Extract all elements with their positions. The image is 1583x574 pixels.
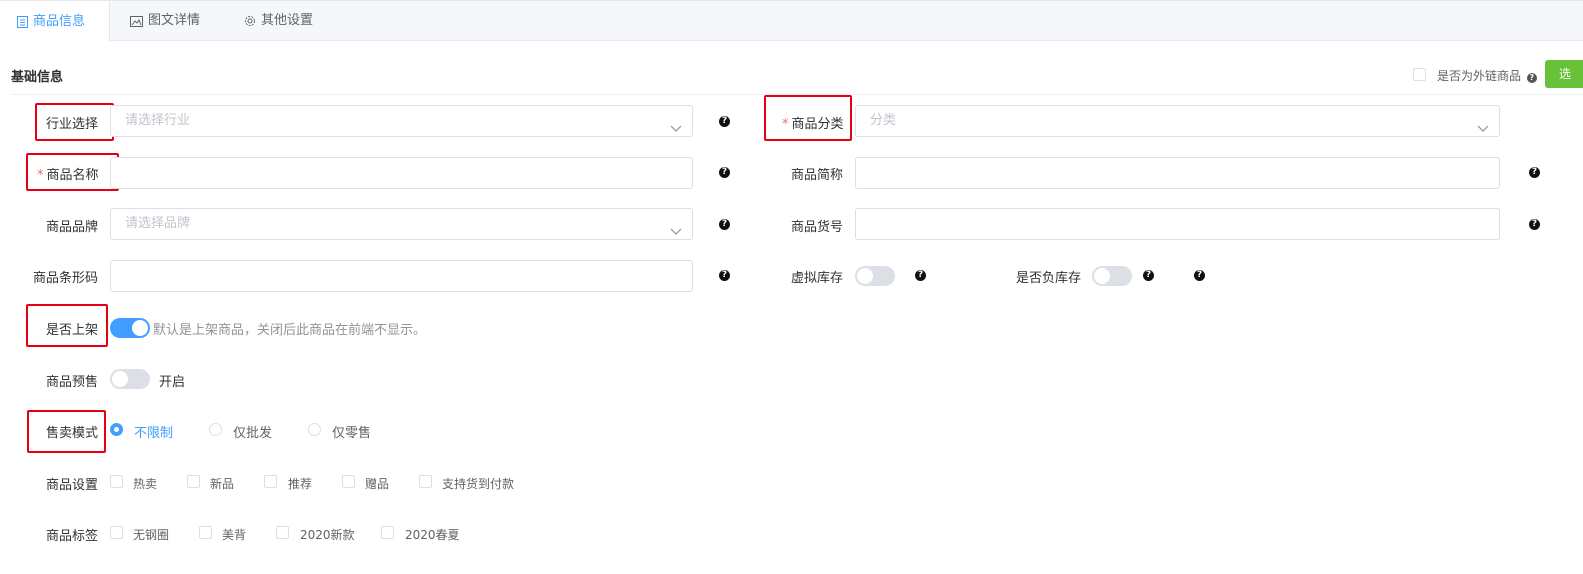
negative-stock-label: 是否负库存 bbox=[1016, 271, 1082, 286]
short-name-input[interactable] bbox=[855, 157, 1500, 189]
sale-mode-label: 售卖模式 bbox=[46, 426, 99, 441]
help-icon[interactable]: ? bbox=[915, 270, 926, 281]
help-icon[interactable]: ? bbox=[1194, 270, 1205, 281]
select-button[interactable]: 选 bbox=[1545, 60, 1583, 88]
section-title: 基础信息 bbox=[11, 70, 64, 85]
radio-label-wholesale[interactable]: 仅批发 bbox=[233, 422, 272, 441]
tab-label: 商品信息 bbox=[33, 13, 86, 29]
help-icon[interactable]: ? bbox=[1529, 219, 1540, 230]
help-icon[interactable]: ? bbox=[719, 270, 730, 281]
radio-label-retail[interactable]: 仅零售 bbox=[332, 422, 371, 441]
external-link-text: 是否为外链商品 bbox=[1437, 69, 1522, 83]
external-link-checkbox[interactable] bbox=[1413, 68, 1426, 81]
chevron-down-icon bbox=[670, 218, 682, 248]
checkbox-label-cod[interactable]: 支持货到付款 bbox=[442, 475, 514, 492]
gear-icon bbox=[244, 15, 256, 27]
presale-switch[interactable] bbox=[110, 369, 150, 389]
virtual-stock-switch[interactable] bbox=[855, 266, 895, 286]
radio-retail[interactable] bbox=[308, 423, 321, 436]
chevron-down-icon bbox=[1477, 115, 1489, 145]
required-mark: * bbox=[37, 168, 44, 183]
radio-wholesale[interactable] bbox=[209, 423, 222, 436]
checkbox-new[interactable] bbox=[187, 475, 200, 488]
chevron-down-icon bbox=[670, 115, 682, 145]
help-icon[interactable]: ? bbox=[1143, 270, 1154, 281]
checkbox-label-gift[interactable]: 赠品 bbox=[365, 475, 389, 492]
sku-label: 商品货号 bbox=[791, 220, 844, 235]
checkbox-label-new[interactable]: 新品 bbox=[210, 475, 234, 492]
brand-label: 商品品牌 bbox=[46, 220, 99, 235]
on-shelf-hint: 默认是上架商品，关闭后此商品在前端不显示。 bbox=[153, 323, 427, 338]
category-select[interactable]: 分类 bbox=[855, 105, 1500, 137]
checkbox-label-hot[interactable]: 热卖 bbox=[133, 475, 157, 492]
product-name-input[interactable] bbox=[110, 157, 693, 189]
switch-knob bbox=[112, 371, 128, 387]
virtual-stock-label: 虚拟库存 bbox=[791, 271, 844, 286]
settings-label: 商品设置 bbox=[46, 478, 99, 493]
checkbox-hot[interactable] bbox=[110, 475, 123, 488]
checkbox-label-tag-3[interactable]: 2020新款 bbox=[300, 526, 355, 543]
radio-unlimited[interactable] bbox=[110, 423, 123, 436]
tab-label: 图文详情 bbox=[148, 13, 201, 28]
tags-label: 商品标签 bbox=[46, 529, 99, 544]
checkbox-tag-1[interactable] bbox=[110, 526, 123, 539]
brand-placeholder: 请选择品牌 bbox=[125, 216, 191, 231]
help-icon: ? bbox=[1526, 73, 1537, 83]
tab-image-details[interactable]: 图文详情 bbox=[130, 1, 200, 41]
presale-label: 商品预售 bbox=[46, 375, 99, 390]
brand-select[interactable]: 请选择品牌 bbox=[110, 208, 693, 240]
category-label: * 商品分类 bbox=[782, 113, 844, 132]
switch-knob bbox=[132, 320, 148, 336]
help-icon[interactable]: ? bbox=[719, 116, 730, 127]
tab-product-info[interactable]: 商品信息 bbox=[0, 1, 110, 42]
on-shelf-switch[interactable] bbox=[110, 318, 150, 338]
checkbox-label-recommend[interactable]: 推荐 bbox=[288, 475, 312, 492]
category-placeholder: 分类 bbox=[870, 113, 897, 128]
checkbox-gift[interactable] bbox=[342, 475, 355, 488]
help-icon[interactable]: ? bbox=[719, 167, 730, 178]
checkbox-label-tag-2[interactable]: 美背 bbox=[222, 526, 246, 543]
checkbox-label-tag-1[interactable]: 无钢圈 bbox=[133, 526, 169, 543]
industry-select[interactable]: 请选择行业 bbox=[110, 105, 693, 137]
industry-label: 行业选择 bbox=[46, 117, 99, 132]
category-label-text: 商品分类 bbox=[791, 117, 844, 132]
required-mark: * bbox=[782, 117, 789, 132]
negative-stock-switch[interactable] bbox=[1092, 266, 1132, 286]
help-icon[interactable]: ? bbox=[719, 219, 730, 230]
switch-knob bbox=[1094, 268, 1110, 284]
name-label: * 商品名称 bbox=[37, 164, 99, 183]
tab-bar: 商品信息 图文详情 其他设置 bbox=[0, 0, 1583, 42]
switch-knob bbox=[857, 268, 873, 284]
name-label-text: 商品名称 bbox=[46, 168, 99, 183]
tab-other-settings[interactable]: 其他设置 bbox=[244, 1, 313, 41]
on-shelf-label: 是否上架 bbox=[46, 323, 99, 338]
radio-label-unlimited[interactable]: 不限制 bbox=[134, 422, 173, 441]
checkbox-cod[interactable] bbox=[419, 475, 432, 488]
sku-input[interactable] bbox=[855, 208, 1500, 240]
barcode-input[interactable] bbox=[110, 260, 693, 292]
document-icon bbox=[17, 15, 28, 28]
short-name-label: 商品简称 bbox=[791, 168, 844, 183]
external-link-label: 是否为外链商品 ? bbox=[1437, 67, 1537, 84]
checkbox-tag-3[interactable] bbox=[276, 526, 289, 539]
tab-label: 其他设置 bbox=[261, 13, 314, 28]
checkbox-tag-4[interactable] bbox=[381, 526, 394, 539]
help-icon[interactable]: ? bbox=[1529, 167, 1540, 178]
checkbox-tag-2[interactable] bbox=[199, 526, 212, 539]
industry-placeholder: 请选择行业 bbox=[125, 113, 191, 128]
checkbox-label-tag-4[interactable]: 2020春夏 bbox=[405, 526, 460, 543]
barcode-label: 商品条形码 bbox=[33, 271, 99, 286]
presale-text: 开启 bbox=[159, 375, 186, 390]
image-icon bbox=[130, 15, 143, 27]
checkbox-recommend[interactable] bbox=[264, 475, 277, 488]
